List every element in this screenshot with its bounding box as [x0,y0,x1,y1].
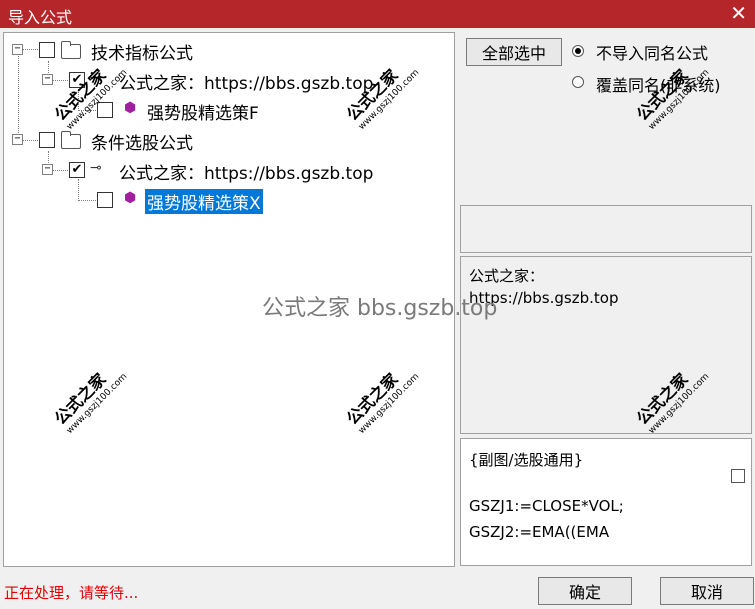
close-icon[interactable]: ✕ [730,2,747,24]
checkbox[interactable]: ✔ [69,162,85,178]
formula-code-panel[interactable]: {副图/选股通用} GSZJ1:=CLOSE*VOL; GSZJ2:=EMA((… [460,438,752,566]
tree-node-label: 强势股精选策F [147,104,259,124]
gem-icon: ⬢ [124,190,137,206]
title-bar: 导入公式 ✕ [0,0,755,28]
folder-icon [61,41,81,59]
code-panel-checkbox[interactable] [731,469,745,483]
collapse-icon[interactable]: − [42,74,53,85]
collapse-icon[interactable]: − [42,164,53,175]
tree-node-label: 公式之家：https://bbs.gszb.top [119,164,374,184]
ok-button[interactable]: 确定 [538,577,632,605]
folder-icon [61,131,81,149]
window-title: 导入公式 [8,8,73,27]
checkbox[interactable] [97,192,113,208]
tree-node-source[interactable]: − ✔ ⊸ 公式之家：https://bbs.gszb.top [4,158,444,184]
status-text: 正在处理，请等待... [4,584,139,602]
cancel-button[interactable]: 取消 [660,577,754,605]
select-all-button[interactable]: 全部选中 [466,38,562,66]
tree-node-label: 公式之家：https://bbs.gszb.top [119,74,374,94]
radio-skip-duplicates[interactable] [572,45,584,57]
tree-node-label: 条件选股公式 [91,134,193,154]
info-panel: 公式之家： https://bbs.gszb.top [460,256,752,434]
key-icon: ⊸ [90,160,102,176]
radio-overwrite-duplicates[interactable] [572,76,584,88]
code-line: GSZJ2:=EMA((EMA [469,523,610,541]
collapse-icon[interactable]: − [12,134,23,145]
tree-node-indicators[interactable]: − 技术指标公式 [4,38,444,64]
collapse-icon[interactable]: − [12,44,23,55]
tree-node-screening[interactable]: − 条件选股公式 [4,128,444,154]
checkbox[interactable] [39,42,55,58]
overlay-watermark-text: 公式之家 bbs.gszb.top [262,296,498,321]
code-line: GSZJ1:=CLOSE*VOL; [469,497,624,515]
tree-node-label-selected: 强势股精选策X [145,189,263,214]
tree-node-formula[interactable]: ⬢ 强势股精选策X [4,188,444,214]
info-line: 公式之家： [469,267,545,285]
checkbox[interactable] [39,132,55,148]
gem-icon: ⬢ [124,100,137,116]
code-line: {副图/选股通用} [469,451,584,469]
blank-panel [460,205,752,253]
